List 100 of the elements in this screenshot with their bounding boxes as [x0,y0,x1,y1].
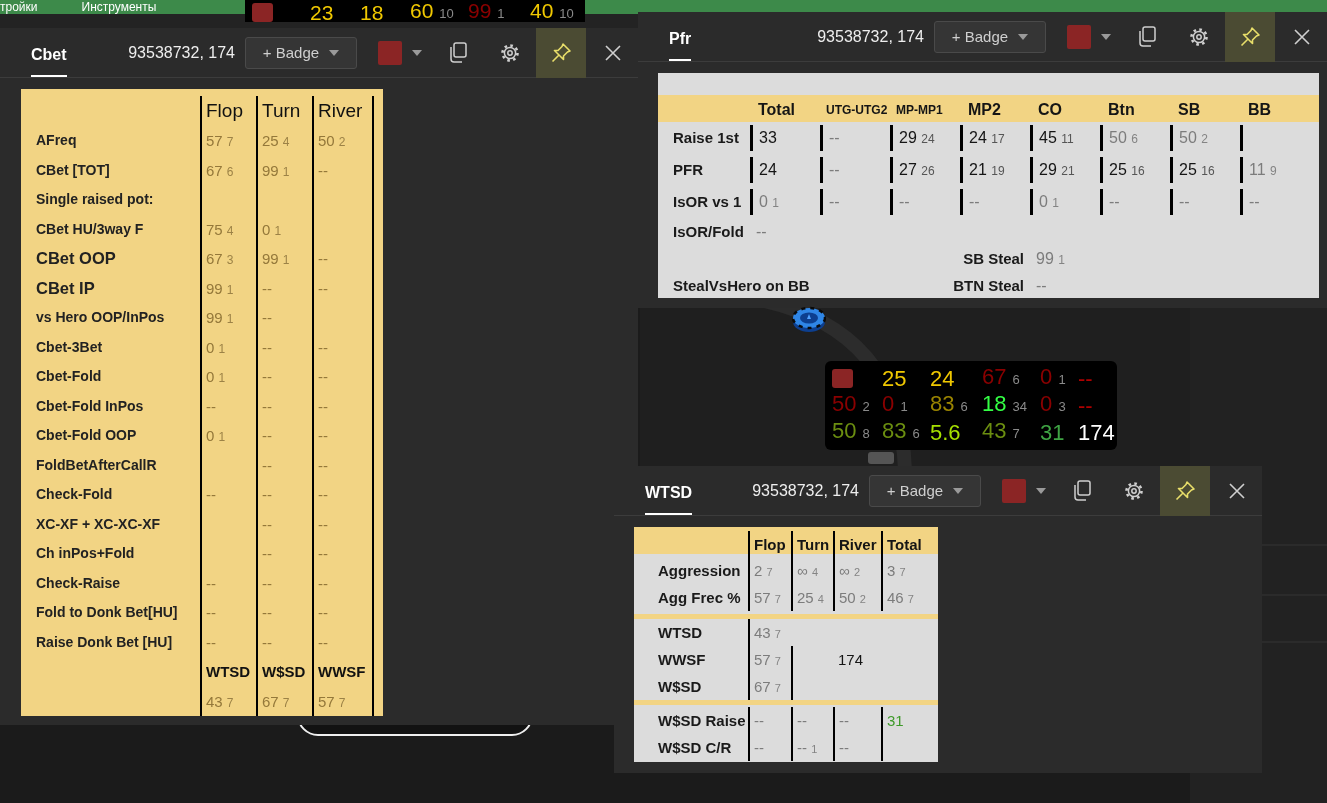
row-label: SB Steal [962,249,1025,269]
copy-icon[interactable] [1138,26,1156,47]
badge-button[interactable]: + Badge [245,36,357,69]
close-icon[interactable] [1229,482,1245,499]
row-label: Raise 1st [672,128,740,148]
table-cell: -- [318,161,328,179]
menu-item[interactable]: тройки [0,0,38,14]
table-cell: -- [839,739,849,756]
color-swatch[interactable] [1002,478,1026,503]
row-label: vs Hero OOP/InPos [35,308,166,327]
table-cell: -- [829,193,840,210]
caret-icon[interactable] [1101,33,1111,40]
column-header: River [318,100,363,121]
table-cell: -- [262,397,272,415]
settings-icon[interactable] [1124,480,1144,501]
badge-button[interactable]: + Badge [934,20,1046,53]
row-label: Cbet-3Bet [35,337,104,357]
column-header: WTSD [206,663,251,680]
table-cell: 67 3 [206,250,234,267]
pin-button[interactable] [1225,11,1275,62]
row-label: Ch inPos+Fold [35,544,136,563]
table-cell: 0 1 [206,368,226,385]
copy-icon[interactable] [449,42,467,63]
table-cell: -- [1249,193,1260,210]
table-cell: -- [318,397,328,415]
table-cell: 0 1 [759,193,780,210]
table-cell: 31 [887,712,904,729]
row-label: IsOR/Fold [672,222,745,242]
table-cell: 46 7 [887,589,914,606]
pin-button[interactable] [1160,465,1210,516]
table-cell: 0 1 [206,338,226,356]
pushpin-icon [551,42,571,63]
table-cell: 174 [838,651,864,668]
table-cell: 24 17 [969,129,1005,146]
column-header: SB [1177,100,1202,120]
table-cell: -- [756,223,767,240]
table-cell: -- [318,427,328,444]
settings-icon[interactable] [1189,26,1209,47]
badge-button[interactable]: + Badge [869,474,981,507]
column-header: MP2 [967,100,1002,120]
table-cell: -- [318,250,328,267]
caret-icon[interactable] [412,49,422,56]
player-id: 93538732, 174 [752,481,859,500]
table-cell: 45 11 [1039,129,1074,146]
caret-icon [953,487,964,494]
table-cell: -- [262,456,272,474]
row-label: CBet IP [35,277,96,299]
table-cell: -- [969,193,980,210]
row-label: Cbet-Fold [35,367,103,386]
table-cell: -- [754,712,764,729]
table-cell: 0 1 [1039,193,1060,210]
hud-stat: 50 8 [832,418,870,443]
table-cell: -- [206,604,216,621]
table-cell: ∞ 2 [839,562,860,579]
close-icon[interactable] [605,44,621,61]
tab[interactable]: WTSD [645,470,693,515]
table-cell: 99 1 [1036,250,1065,267]
table-cell: 67 7 [262,692,290,710]
color-swatch[interactable] [378,40,402,65]
copy-icon[interactable] [1073,480,1091,501]
close-icon[interactable] [1294,28,1310,45]
table-cell: -- [839,712,849,729]
hud-stat: 23 [310,0,334,24]
table-cell: 29 24 [899,129,935,146]
menu-item[interactable]: Инструменты [81,0,157,14]
table-cell: 67 6 [206,161,234,179]
table-cell: -- [262,604,272,621]
table-cell: -- [262,338,272,356]
table-cell: -- [206,397,216,415]
table-cell: 43 7 [206,692,234,710]
row-label: AFreq [35,131,78,150]
row-label: W$SD [657,677,703,697]
table-cell: -- [206,574,216,592]
row-label: W$SD C/R [657,738,733,758]
table-cell: -- [318,456,328,474]
tab[interactable]: Cbet [31,32,67,77]
caret-icon[interactable] [1036,487,1046,494]
table-cell: -- [899,193,910,210]
table-cell: 99 1 [206,279,234,297]
color-swatch[interactable] [1067,24,1091,49]
hud-stat: 24 [930,365,955,391]
table-cell: 29 21 [1039,161,1075,178]
table-cell: 50 2 [318,132,346,149]
column-header: Turn [797,536,830,553]
table-cell: -- [318,486,328,503]
hud-stat: 67 6 [982,364,1020,389]
settings-icon[interactable] [500,42,520,63]
row-label: CBet OOP [35,248,117,269]
table-cell: -- [206,486,216,503]
row-label: Raise Donk Bet [HU] [35,632,174,652]
table-cell: -- [318,338,328,356]
pushpin-icon [1240,26,1260,47]
table-cell: -- [262,427,272,444]
hud-stat: 50 2 [832,391,870,416]
hud-stat: 174 [1078,419,1115,445]
row-label: FoldBetAfterCallR [35,455,158,475]
pin-button[interactable] [536,27,586,78]
tab[interactable]: Pfr [669,16,692,61]
column-header: W$SD [262,663,306,680]
caret-icon [1018,33,1029,40]
